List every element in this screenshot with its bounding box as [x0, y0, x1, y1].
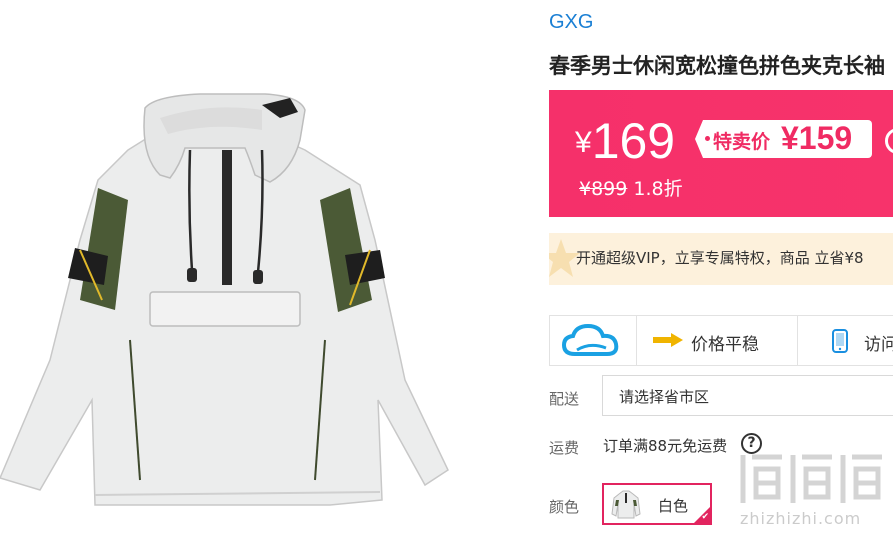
- special-price-label: 特卖价: [713, 131, 771, 153]
- brand-name[interactable]: GXG: [549, 11, 593, 34]
- product-title: 春季男士休闲宽松撞色拼色夹克长袖: [549, 54, 885, 78]
- shipping-label: 配送: [549, 390, 580, 408]
- jacket-illustration: [0, 93, 449, 506]
- cloud-icon: [561, 323, 619, 356]
- watermark-logo: [740, 454, 882, 503]
- current-price: ¥169: [575, 112, 675, 170]
- badge-dot: [705, 136, 710, 141]
- tag-visit[interactable]: 访问: [798, 316, 893, 365]
- original-price-line: ¥899 1.8折: [579, 174, 683, 201]
- region-select[interactable]: 请选择省市区: [602, 375, 893, 416]
- color-label: 颜色: [549, 498, 580, 516]
- product-image[interactable]: [0, 0, 460, 535]
- special-price-badge: 特卖价 ¥159: [695, 120, 872, 158]
- phone-icon: [832, 329, 848, 353]
- tag-cloud[interactable]: [550, 316, 637, 365]
- color-option-label: 白色: [658, 497, 689, 515]
- original-price: ¥899: [579, 178, 628, 200]
- share-icon[interactable]: [885, 128, 893, 154]
- visit-label: 访问: [864, 335, 893, 355]
- watermark-url: zhizhizhi.com: [740, 509, 862, 528]
- price-stable-label: 价格平稳: [691, 335, 759, 355]
- shipping-fee-text: 订单满88元免运费: [603, 437, 728, 455]
- current-price-value: 169: [591, 113, 676, 169]
- tag-price-stable[interactable]: 价格平稳: [637, 316, 798, 365]
- color-thumbnail: [611, 490, 641, 519]
- vip-text: 开通超级VIP，立享专属特权，商品 立省¥8: [576, 249, 864, 267]
- vip-banner[interactable]: 开通超级VIP，立享专属特权，商品 立省¥8: [549, 233, 893, 285]
- check-icon: ✔: [701, 512, 709, 522]
- arrow-right-icon: [653, 333, 683, 347]
- currency-symbol: ¥: [575, 126, 592, 159]
- color-option-white[interactable]: 白色 ✔: [602, 483, 712, 525]
- special-price-value: ¥159: [781, 120, 853, 156]
- info-tags-bar: 价格平稳 访问: [549, 315, 893, 366]
- shipping-fee-label: 运费: [549, 439, 580, 457]
- price-panel: ¥169 特卖价 ¥159 ¥899 1.8折: [549, 90, 893, 217]
- discount-rate: 1.8折: [633, 178, 683, 200]
